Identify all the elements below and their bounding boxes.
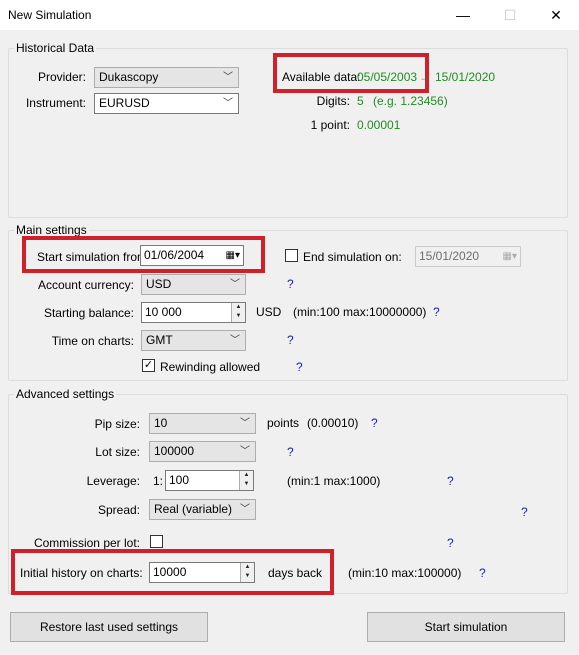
end-date-picker: 15/01/2020 ▦▾ (415, 246, 521, 267)
digits-label: Digits: (316, 94, 350, 108)
history-spinner[interactable]: ▲ ▼ (240, 563, 254, 582)
pip-unit: points (267, 416, 300, 430)
chevron-down-icon: ﹀ (223, 72, 233, 83)
time-on-charts-label: Time on charts: (51, 334, 134, 348)
close-button[interactable]: ✕ (533, 4, 579, 26)
start-date-picker[interactable]: 01/06/2004 ▦▾ (140, 245, 244, 266)
end-simulation-checkbox[interactable] (285, 249, 298, 262)
leverage-input[interactable]: 100 ▲ ▼ (165, 470, 254, 491)
historical-data-legend: Historical Data (14, 41, 97, 55)
starting-balance-label: Starting balance: (43, 306, 134, 320)
starting-balance-value: 10 000 (145, 305, 182, 319)
provider-select[interactable]: Dukascopy ﹀ (94, 67, 239, 88)
lot-size-value: 100000 (154, 444, 195, 458)
chevron-down-icon: ﹀ (230, 279, 240, 290)
help-icon[interactable]: ? (447, 536, 454, 550)
available-data-label: Available data: (282, 70, 361, 84)
commission-label: Commission per lot: (33, 536, 140, 550)
calendar-dropdown-icon: ▦▾ (502, 251, 517, 262)
rewinding-checkbox[interactable]: ✓ (142, 359, 155, 372)
leverage-spinner[interactable]: ▲ ▼ (239, 471, 253, 490)
help-icon[interactable]: ? (371, 416, 378, 430)
pip-size-value: 10 (154, 416, 168, 430)
start-simulation-label: Start simulation from: (37, 250, 151, 264)
instrument-select[interactable]: EURUSD ﹀ (94, 93, 239, 114)
end-date-value: 15/01/2020 (419, 249, 480, 263)
window-title: New Simulation (8, 8, 92, 22)
maximize-button[interactable]: ☐ (487, 4, 533, 26)
help-icon[interactable]: ? (287, 445, 294, 459)
help-icon[interactable]: ? (287, 333, 294, 347)
spread-value: Real (variable) (154, 502, 233, 516)
time-on-charts-select[interactable]: GMT ﹀ (141, 330, 246, 351)
account-currency-select[interactable]: USD ﹀ (141, 274, 246, 295)
provider-value: Dukascopy (99, 70, 159, 84)
commission-checkbox[interactable] (150, 535, 163, 548)
lot-size-label: Lot size: (95, 445, 140, 459)
instrument-value: EURUSD (99, 96, 150, 110)
help-icon[interactable]: ? (447, 474, 454, 488)
spread-select[interactable]: Real (variable) ﹀ (149, 499, 256, 520)
help-icon[interactable]: ? (433, 305, 440, 319)
leverage-label: Leverage: (86, 474, 140, 488)
point-value: 0.00001 (357, 118, 401, 132)
restore-settings-button[interactable]: Restore last used settings (10, 612, 208, 642)
minimize-button[interactable]: — (440, 4, 486, 26)
balance-spinner[interactable]: ▲ ▼ (231, 303, 245, 322)
leverage-prefix: 1: (153, 474, 164, 488)
help-icon[interactable]: ? (287, 277, 294, 291)
advanced-settings-legend: Advanced settings (14, 387, 117, 401)
leverage-value: 100 (169, 473, 190, 487)
chevron-down-icon: ﹀ (223, 98, 233, 109)
point-label: 1 point: (310, 118, 350, 132)
digits-value: 5 (357, 94, 364, 108)
starting-balance-input[interactable]: 10 000 ▲ ▼ (141, 302, 246, 323)
help-icon[interactable]: ? (521, 505, 528, 519)
start-simulation-button[interactable]: Start simulation (367, 612, 565, 642)
initial-history-input[interactable]: 10000 ▲ ▼ (149, 562, 255, 583)
account-currency-value: USD (146, 277, 172, 291)
main-settings-legend: Main settings (14, 223, 89, 237)
time-on-charts-value: GMT (146, 333, 173, 347)
chevron-down-icon: ﹀ (240, 418, 250, 429)
leverage-range: (min:1 max:1000) (287, 474, 381, 488)
balance-range: (min:100 max:10000000) (293, 305, 427, 319)
pip-points: (0.00010) (307, 416, 359, 430)
chevron-down-icon: ﹀ (240, 446, 250, 457)
pip-size-label: Pip size: (94, 417, 140, 431)
initial-history-value: 10000 (153, 565, 187, 579)
account-currency-label: Account currency: (37, 278, 134, 292)
rewinding-label: Rewinding allowed (160, 360, 261, 374)
help-icon[interactable]: ? (296, 360, 303, 374)
balance-unit: USD (256, 305, 282, 319)
end-simulation-label: End simulation on: (303, 250, 402, 264)
pip-size-select[interactable]: 10 ﹀ (149, 413, 256, 434)
available-data-to: 15/01/2020 (435, 70, 496, 84)
calendar-dropdown-icon[interactable]: ▦▾ (226, 246, 240, 265)
instrument-label: Instrument: (25, 96, 86, 110)
lot-size-select[interactable]: 100000 ﹀ (149, 441, 256, 462)
spread-label: Spread: (97, 503, 140, 517)
chevron-down-icon: ﹀ (240, 504, 250, 515)
chevron-down-icon: ﹀ (230, 335, 240, 346)
history-unit: days back (268, 566, 323, 580)
history-range: (min:10 max:100000) (348, 566, 462, 580)
start-date-value: 01/06/2004 (144, 248, 205, 262)
provider-label: Provider: (37, 70, 86, 84)
help-icon[interactable]: ? (479, 566, 486, 580)
arrow-right-icon: → (419, 70, 431, 84)
digits-example: (e.g. 1.23456) (373, 94, 448, 108)
initial-history-label: Initial history on charts: (20, 566, 143, 580)
available-data-from: 05/05/2003 (357, 70, 418, 84)
